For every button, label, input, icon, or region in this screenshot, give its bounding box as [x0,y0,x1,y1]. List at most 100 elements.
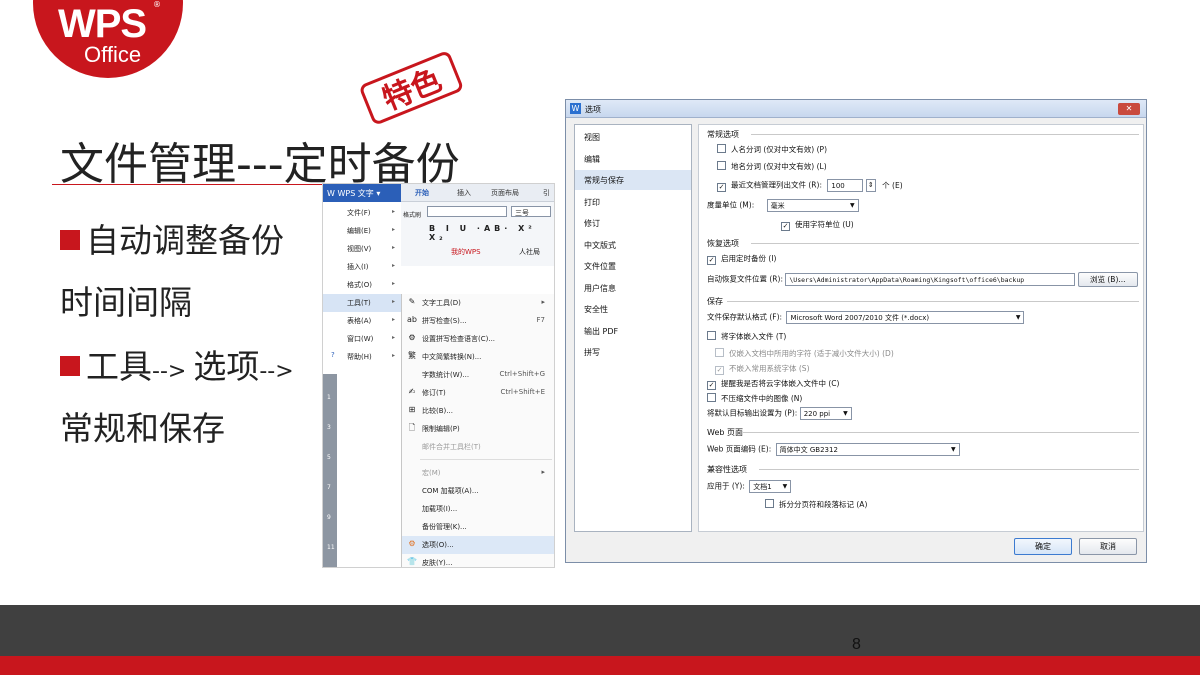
submenu-spell-language[interactable]: ⚙ 设置拼写检查语言(C)... [402,330,554,348]
recent-count-input[interactable]: 100 [827,179,864,192]
submenu-word-count[interactable]: 字数统计(W)... Ctrl+Shift+G [402,366,554,384]
submenu-options[interactable]: ⚙ 选项(O)... [402,536,554,554]
options-dialog: W 选项 ✕ 视图 编辑 常规与保存 打印 修订 中文版式 文件位置 用户信息 … [565,99,1147,563]
recent-files-row: ✓ 最近文档管理列出文件 (R): 100 ⇕ 个 (E) [717,179,903,192]
default-output-row: 将默认目标输出设置为 (P): 220 ppi ▼ [707,407,852,420]
bullet-general-save: 常规和保存 [60,409,225,448]
footer-band [0,605,1200,656]
submenu-spell-check[interactable]: ab 拼写检查(S)... F7 [402,312,554,330]
person-names-checkbox[interactable]: 人名分词 (仅对中文有效) (P) [717,144,827,155]
measure-unit-row: 度量单位 (M): 毫米 ▼ [707,199,859,212]
page-number: 8 [852,636,861,653]
section-divider [743,432,1139,433]
split-pages-checkbox[interactable]: 拆分分页符和段落标记 (A) [765,499,867,510]
track-changes-icon: ✍ [408,387,416,396]
menu-item-table[interactable]: 表格(A) ▸ [323,312,401,330]
submenu-simplified-traditional[interactable]: 繁中文简繁转换(N)... [402,348,554,366]
no-compress-images-checkbox[interactable]: 不压缩文件中的图像 (N) [707,393,802,404]
my-wps-tab[interactable]: 我的WPS [451,247,481,257]
nav-view[interactable]: 视图 [575,127,691,147]
menu-item-file[interactable]: 文件(F) ▸ [323,204,401,222]
nav-user-info[interactable]: 用户信息 [575,278,691,298]
nav-export-pdf[interactable]: 输出 PDF [575,321,691,341]
tools-submenu: ✎ 文字工具(D) ▸ ab 拼写检查(S)... F7 ⚙ 设置拼写检查语言(C)...… [401,294,554,567]
autorecover-path-input[interactable]: \Users\Administrator\AppData\Roaming\Kin… [785,273,1076,286]
ppi-select[interactable]: 220 ppi ▼ [799,407,852,420]
section-divider [751,134,1139,135]
browse-button[interactable]: 浏览 (B)... [1077,272,1138,287]
cancel-button[interactable]: 取消 [1079,538,1137,555]
tab-references[interactable]: 引 [543,188,550,198]
slide: WPS Office ® 特色 文件管理---定时备份 自动调整备份 时间间隔 … [0,0,1200,675]
tools-menu-screenshot: W WPS 文字 ▾ 开始 插入 页面布局 引 格式刷 三号 B I U ·AB… [322,183,555,568]
close-button[interactable]: ✕ [1118,103,1140,115]
dialog-titlebar: W 选项 ✕ [566,100,1146,118]
apply-to-select[interactable]: 文档1 ▼ [749,480,792,493]
wps-writer-app-button[interactable]: W WPS 文字 ▾ [323,184,401,202]
nav-chinese-layout[interactable]: 中文版式 [575,235,691,255]
document-tab[interactable]: 人社局 [519,247,540,257]
menu-item-help[interactable]: ? 帮助(H) ▸ [323,348,401,366]
menu-item-window[interactable]: 窗口(W) ▸ [323,330,401,348]
feature-stamp: 特色 [360,52,463,124]
language-settings-icon: ⚙ [408,333,416,342]
menu-item-insert[interactable]: 插入(I) ▸ [323,258,401,276]
char-unit-checkbox[interactable]: ✓ 使用字符单位 (U) [781,219,854,231]
section-divider [751,243,1139,244]
submenu-restrict-editing[interactable]: 🗋 限制编辑(P) [402,420,554,438]
ok-button[interactable]: 确定 [1014,538,1072,555]
recent-files-checkbox[interactable]: ✓ [717,182,726,192]
menu-item-edit[interactable]: 编辑(E) ▸ [323,222,401,240]
font-name-field[interactable] [427,206,507,217]
nav-security[interactable]: 安全性 [575,299,691,319]
submenu-skin[interactable]: 👕 皮肤(Y)... [402,554,554,567]
submenu-divider [420,459,552,460]
save-format-row: 文件保存默认格式 (F): Microsoft Word 2007/2010 文… [707,311,1025,324]
menu-item-view[interactable]: 视图(V) ▸ [323,240,401,258]
bullet-auto-backup: 自动调整备份 [60,214,284,262]
options-nav: 视图 编辑 常规与保存 打印 修订 中文版式 文件位置 用户信息 安全性 输出 … [574,124,692,532]
menu-item-tools[interactable]: 工具(T) ▸ [323,294,401,312]
text-tools-icon: ✎ [408,297,416,306]
ribbon-toolbar: 格式刷 三号 B I U ·AB· X² X₂ 我的WPS 人社局 [401,202,554,266]
nav-spelling[interactable]: 拼写 [575,342,691,362]
tab-home[interactable]: 开始 [415,188,429,198]
recent-count-spinner[interactable]: ⇕ [865,179,876,192]
submenu-addins[interactable]: 加载项(I)... [402,500,554,518]
nav-edit[interactable]: 编辑 [575,149,691,169]
skin-shirt-icon: 👕 [407,557,417,566]
format-painter-button[interactable]: 格式刷 [403,210,421,219]
help-icon: ? [331,351,335,359]
tab-page-layout[interactable]: 页面布局 [491,188,519,198]
embed-fonts-checkbox[interactable]: 将字体嵌入文件 (T) [707,331,786,342]
section-compat: 兼容性选项 [707,465,747,474]
save-format-select[interactable]: Microsoft Word 2007/2010 文件 (*.docx) ▼ [786,311,1025,324]
submenu-backup-manager[interactable]: 备份管理(K)... [402,518,554,536]
submenu-compare[interactable]: ⊞ 比较(B)... [402,402,554,420]
nav-file-location[interactable]: 文件位置 [575,256,691,276]
format-buttons[interactable]: B I U ·AB· X² X₂ [429,224,554,242]
place-names-checkbox[interactable]: 地名分词 (仅对中文有效) (L) [717,161,827,172]
dialog-title: 选项 [585,105,601,114]
web-encoding-row: Web 页面编码 (E): 简体中文 GB2312 ▼ [707,443,960,456]
nav-print[interactable]: 打印 [575,192,691,212]
submenu-macro: 宏(M) ▸ [422,468,545,477]
timed-backup-checkbox[interactable]: ✓ 启用定时备份 (I) [707,253,776,265]
web-encoding-select[interactable]: 简体中文 GB2312 ▼ [775,443,960,456]
logo-wps-text: WPS [58,2,147,46]
logo-registered-mark: ® [153,0,161,9]
submenu-text-tools[interactable]: ✎ 文字工具(D) ▸ [402,294,554,312]
menu-item-format[interactable]: 格式(O) ▸ [323,276,401,294]
font-size-field[interactable]: 三号 [511,206,551,217]
remind-cloud-fonts-checkbox[interactable]: ✓ 提醒我是否将云字体嵌入文件中 (C) [707,378,839,390]
nav-revision[interactable]: 修订 [575,213,691,233]
bullet-interval: 时间间隔 [60,283,192,322]
submenu-track-changes[interactable]: ✍ 修订(T) Ctrl+Shift+E [402,384,554,402]
autorecover-location-row: 自动恢复文件位置 (R): \Users\Administrator\AppDa… [707,272,1138,287]
nav-general-save[interactable]: 常规与保存 [575,170,691,190]
options-gear-icon: ⚙ [408,539,416,548]
tab-insert[interactable]: 插入 [457,188,471,198]
title-divider [52,184,348,185]
submenu-com-addins[interactable]: COM 加载项(A)... [402,482,554,500]
measure-unit-select[interactable]: 毫米 ▼ [766,199,859,212]
